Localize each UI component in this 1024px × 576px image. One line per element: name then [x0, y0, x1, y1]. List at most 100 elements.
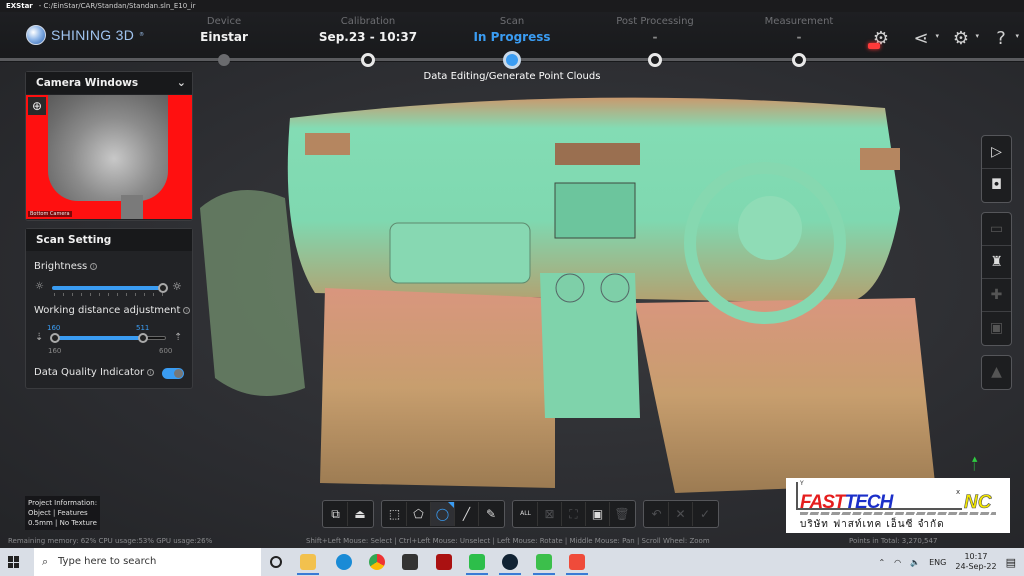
panel-header: Camera Windows ⌄ — [26, 72, 192, 94]
step-label: Device — [206, 16, 242, 27]
step-measurement[interactable]: Measurement - — [729, 16, 869, 67]
select-ops-group: ALL ⊠ ⛶ ▣ 🗑 — [512, 500, 636, 528]
settings-icon[interactable]: ⚙ ▾ — [948, 26, 979, 52]
step-calibration[interactable]: Calibration Sep.23 - 10:37 — [298, 16, 438, 67]
step-dot — [361, 53, 375, 67]
file-explorer-icon[interactable] — [300, 554, 316, 570]
step-post-processing[interactable]: Post Processing - — [585, 16, 725, 67]
line-icon[interactable] — [469, 554, 485, 570]
center-vent — [555, 143, 640, 165]
wd-high-value: 511 — [136, 324, 150, 332]
left-vent — [305, 133, 350, 155]
distance-far-icon: ⇡ — [174, 332, 183, 343]
status-bar: Remaining memory: 62% CPU usage:53% GPU … — [0, 535, 1024, 547]
help-icon[interactable]: ? ▾ — [988, 26, 1019, 52]
confirm-icon[interactable]: ✓ — [693, 502, 717, 526]
chevron-up-icon[interactable]: ⌃ — [878, 558, 885, 567]
share-icon[interactable]: ⋖ ▾ — [908, 26, 939, 52]
wd-high-knob[interactable] — [138, 333, 148, 343]
windows-taskbar: ⌕ Type here to search ⌃ ◠ 🔈 ENG 10:17 24-S… — [0, 548, 1024, 576]
project-info-line: Object | Features — [28, 509, 88, 517]
search-icon: ⌕ — [42, 555, 49, 568]
right-vent — [860, 148, 900, 170]
camera-view-icon[interactable]: ◘ — [982, 169, 1011, 202]
delete-icon[interactable]: 🗑 — [610, 502, 634, 526]
wd-max: 600 — [159, 347, 173, 355]
left-door — [200, 190, 305, 396]
info-icon[interactable]: i — [90, 263, 98, 270]
brightness-label: Brightness i — [34, 261, 98, 272]
info-icon[interactable]: i — [147, 369, 155, 376]
nc-logo: NC — [964, 492, 992, 514]
wd-low-knob[interactable] — [50, 333, 60, 343]
record-device-icon[interactable]: ⚙ — [868, 26, 894, 52]
working-distance-label: Working distance adjustment i — [34, 305, 191, 316]
chrome-icon[interactable] — [369, 554, 385, 570]
data-quality-toggle[interactable] — [162, 368, 184, 379]
polygon-select-icon[interactable]: ⬠ — [407, 502, 431, 526]
view-cube-icon[interactable]: ⧉ — [324, 502, 348, 526]
step-dot — [218, 54, 230, 66]
deselect-icon[interactable]: ⊠ — [538, 502, 562, 526]
point-quality-icon[interactable]: ▲ — [982, 356, 1011, 389]
select-all-icon[interactable]: ALL — [514, 502, 538, 526]
scan-plane-icon[interactable]: ⏏ — [348, 502, 372, 526]
taskbar-search[interactable]: ⌕ Type here to search — [34, 548, 261, 576]
points-total: Points in Total: 3,270,547 — [849, 537, 938, 545]
selection-group: ⬚ ⬠ ◯ ╱ ✎ — [381, 500, 505, 528]
line-select-icon[interactable]: ╱ — [455, 502, 479, 526]
edge-icon[interactable] — [336, 554, 352, 570]
shining3d-logo: SHINING 3D ® — [26, 25, 144, 45]
puzzle-icon[interactable]: ✚ — [982, 279, 1011, 312]
invert-select-icon[interactable]: ⛶ — [562, 502, 586, 526]
resource-usage: Remaining memory: 62% CPU usage:53% GPU … — [8, 537, 213, 545]
step-value: In Progress — [473, 30, 551, 44]
clock[interactable]: 10:17 24-Sep-22 — [955, 552, 996, 572]
zoom-in-icon[interactable]: ⊕ — [28, 97, 46, 115]
panel-title: Scan Setting — [36, 234, 112, 246]
brightness-knob[interactable] — [158, 283, 168, 293]
ac-knob — [600, 273, 630, 303]
point-cloud-viewport[interactable] — [195, 88, 965, 498]
scan-setting-panel: Scan Setting Brightness i ☼ ☼ Working dis… — [25, 228, 193, 389]
store-icon[interactable] — [402, 554, 418, 570]
lasso-select-icon[interactable]: ◯ — [431, 502, 455, 526]
notification-icon[interactable]: ▤ — [1006, 556, 1016, 569]
step-device[interactable]: Device Einstar — [154, 16, 294, 66]
step-value: Einstar — [200, 30, 248, 44]
info-icon[interactable]: i — [183, 307, 191, 314]
windows-start-icon[interactable] — [8, 556, 20, 568]
fasttech-logo: FASTTECH — [800, 492, 893, 513]
view-group: ⧉ ⏏ — [322, 500, 374, 528]
save-icon[interactable]: ▣ — [982, 312, 1011, 345]
step-dot — [792, 53, 806, 67]
camtasia-green-icon[interactable] — [536, 554, 552, 570]
panel-header: Scan Setting — [26, 229, 192, 251]
undo-icon[interactable]: ↶ — [645, 502, 669, 526]
search-placeholder: Type here to search — [58, 556, 157, 567]
select-connected-icon[interactable]: ▣ — [586, 502, 610, 526]
exstar-icon[interactable] — [502, 554, 518, 570]
step-scan[interactable]: Scan In Progress — [442, 16, 582, 69]
rect-select-icon[interactable]: ⬚ — [383, 502, 407, 526]
language-indicator[interactable]: ENG — [929, 558, 946, 567]
camtasia-red-icon[interactable] — [569, 554, 585, 570]
camera-preview: ⊕ Bottom Camera — [26, 95, 192, 219]
window-icon[interactable]: ▭ — [982, 213, 1011, 246]
wd-low-value: 160 — [47, 324, 61, 332]
scan-mode-icon[interactable]: ▷ — [982, 136, 1011, 169]
system-tray: ⌃ ◠ 🔈 ENG 10:17 24-Sep-22 ▤ — [878, 548, 1016, 576]
brightness-high-icon: ☼ — [172, 280, 182, 293]
wifi-icon[interactable]: ◠ — [894, 558, 901, 567]
brush-clean-icon[interactable]: ♜ — [982, 246, 1011, 279]
cancel-icon[interactable]: ✕ — [669, 502, 693, 526]
brush-select-icon[interactable]: ✎ — [479, 502, 503, 526]
step-value: - — [796, 30, 802, 44]
confirm-group: ↶ ✕ ✓ — [643, 500, 719, 528]
chevron-down-icon[interactable]: ⌄ — [177, 72, 186, 94]
working-distance-fill — [56, 336, 144, 340]
task-view-icon[interactable] — [270, 556, 282, 568]
brand-name: SHINING 3D — [51, 27, 135, 43]
volume-icon[interactable]: 🔈 — [910, 558, 920, 567]
red-app-icon[interactable] — [436, 554, 452, 570]
